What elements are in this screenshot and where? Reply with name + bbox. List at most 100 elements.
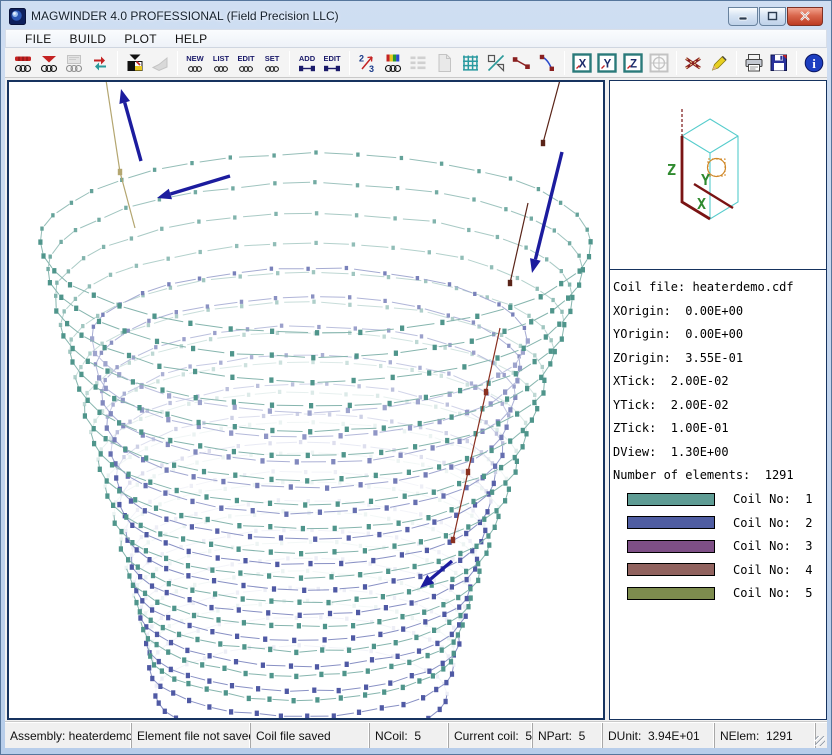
plot-settings-icon[interactable]	[123, 51, 147, 75]
svg-text:2: 2	[359, 53, 364, 63]
swap-arrows-icon[interactable]	[88, 51, 112, 75]
print-icon[interactable]	[742, 51, 766, 75]
svg-text:EDIT: EDIT	[238, 54, 256, 63]
annotation-arrow	[530, 152, 562, 273]
zorigin-line: ZOrigin: 3.55E-01	[613, 347, 823, 371]
toolbar-separator	[349, 51, 350, 75]
cube-x-label: X	[697, 195, 706, 213]
cube-z-label: Z	[667, 161, 676, 179]
right-panel: Z YX Coil file: heaterdemo.cdf XOrigin: 0…	[609, 80, 827, 720]
xtick-line: XTick: 2.00E-02	[613, 370, 823, 394]
pencil-icon[interactable]	[707, 51, 731, 75]
legend-swatch	[627, 493, 715, 506]
svg-text:NEW: NEW	[186, 54, 204, 63]
legend-row: Coil No: 1	[613, 488, 823, 512]
svg-text:LIST: LIST	[213, 54, 230, 63]
svg-text:EDIT: EDIT	[324, 54, 342, 63]
plot-info-panel: Coil file: heaterdemo.cdf XOrigin: 0.00E…	[610, 270, 826, 719]
svg-text:SET: SET	[265, 54, 280, 63]
legend-row: Coil No: 2	[613, 511, 823, 535]
menu-help[interactable]: HELP	[166, 31, 217, 47]
cube-y-label: Y	[701, 171, 710, 189]
close-button[interactable]	[787, 7, 823, 26]
part-add-icon[interactable]: ADD	[295, 51, 319, 75]
toolbar-separator	[177, 51, 178, 75]
maximize-button[interactable]	[759, 7, 786, 26]
toolbar-separator	[796, 51, 797, 75]
dview-line: DView: 1.30E+00	[613, 441, 823, 465]
window-title: MAGWINDER 4.0 PROFESSIONAL (Field Precis…	[31, 9, 339, 23]
legend-swatch	[627, 587, 715, 600]
legend-label: Coil No: 4	[733, 563, 812, 577]
legend-swatch	[627, 516, 715, 529]
coil-set-icon[interactable]: SET	[260, 51, 284, 75]
status-element-file: Element file not saved	[132, 723, 251, 748]
arc-segment-icon[interactable]	[535, 51, 559, 75]
erase-hatch-icon[interactable]	[682, 51, 706, 75]
coil-edit-icon[interactable]: EDIT	[235, 51, 259, 75]
axis-x-icon[interactable]: X	[570, 51, 594, 75]
orientation-cube: Z YX	[610, 81, 826, 269]
annotation-arrow	[119, 89, 141, 161]
resize-grip[interactable]	[816, 723, 827, 748]
dim-toggle-icon[interactable]: 23	[355, 51, 379, 75]
menu-file[interactable]: FILE	[16, 31, 61, 47]
xorigin-line: XOrigin: 0.00E+00	[613, 300, 823, 324]
menu-plot[interactable]: PLOT	[115, 31, 166, 47]
coil-legend: Coil No: 1 Coil No: 2 Coil No: 3 Coil No: 4…	[613, 488, 823, 606]
save-icon[interactable]	[768, 51, 792, 75]
ytick-line: YTick: 2.00E-02	[613, 394, 823, 418]
element-list-icon	[407, 51, 431, 75]
axis-y-icon[interactable]: Y	[595, 51, 619, 75]
info-icon[interactable]: i	[802, 51, 826, 75]
menu-build[interactable]: BUILD	[61, 31, 116, 47]
legend-swatch	[627, 540, 715, 553]
grid-icon[interactable]	[458, 51, 482, 75]
status-assembly: Assembly: heaterdemo	[5, 723, 132, 748]
legend-row: Coil No: 5	[613, 582, 823, 606]
svg-text:Z: Z	[630, 58, 637, 70]
svg-text:i: i	[812, 56, 816, 71]
coil-current-icon[interactable]	[11, 51, 35, 75]
orientation-cube-box[interactable]: Z YX	[610, 81, 826, 270]
toolbar-separator	[289, 51, 290, 75]
app-icon	[9, 8, 26, 25]
toolbar-separator	[676, 51, 677, 75]
coil-file-line: Coil file: heaterdemo.cdf	[613, 276, 823, 300]
toolbar-separator	[564, 51, 565, 75]
titlebar: MAGWINDER 4.0 PROFESSIONAL (Field Precis…	[5, 3, 827, 29]
coil-mirror-icon[interactable]	[37, 51, 61, 75]
cube-wireframe	[682, 119, 738, 219]
status-ncoil: NCoil: 5	[370, 723, 449, 748]
annotation-arrow	[157, 176, 230, 199]
toolbar: NEW LIST EDIT SET ADD EDIT 23 XY Zi	[5, 48, 827, 78]
legend-label: Coil No: 5	[733, 586, 812, 600]
toolbar-separator	[117, 51, 118, 75]
plot-flag-icon	[148, 51, 172, 75]
svg-text:3: 3	[369, 64, 374, 74]
legend-label: Coil No: 3	[733, 539, 812, 553]
axis-z-icon[interactable]: Z	[621, 51, 645, 75]
plot-canvas[interactable]	[9, 82, 605, 718]
coil-list-icon[interactable]: LIST	[209, 51, 233, 75]
segment-icon[interactable]	[509, 51, 533, 75]
svg-text:Y: Y	[604, 58, 612, 70]
status-dunit: DUnit: 3.94E+01	[603, 723, 715, 748]
color-coil-icon[interactable]	[381, 51, 405, 75]
minimize-button[interactable]	[728, 7, 758, 26]
coil-new-icon[interactable]: NEW	[183, 51, 207, 75]
svg-text:ADD: ADD	[299, 54, 316, 63]
origin-icon	[647, 51, 671, 75]
legend-row: Coil No: 3	[613, 535, 823, 559]
statusbar: Assembly: heaterdemoElement file not sav…	[5, 722, 827, 748]
status-npart: NPart: 5	[533, 723, 603, 748]
clip-plane-icon[interactable]	[484, 51, 508, 75]
legend-label: Coil No: 2	[733, 516, 812, 530]
status-current-coil: Current coil: 5	[449, 723, 533, 748]
legend-row: Coil No: 4	[613, 558, 823, 582]
toolbar-separator	[736, 51, 737, 75]
main-area: Z YX Coil file: heaterdemo.cdf XOrigin: 0…	[5, 78, 827, 722]
part-edit-icon[interactable]: EDIT	[321, 51, 345, 75]
element-count-line: Number of elements: 1291	[613, 464, 823, 488]
coil-lead	[541, 82, 560, 146]
